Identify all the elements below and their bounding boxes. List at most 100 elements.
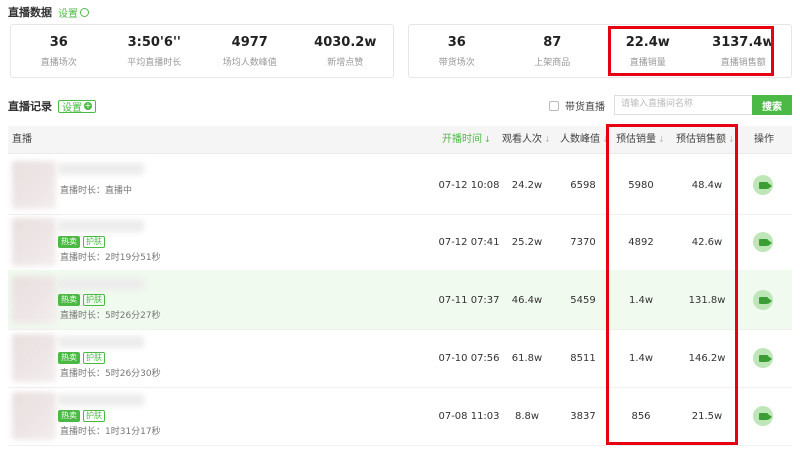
video-play-button[interactable] — [753, 406, 773, 426]
live-title-blurred — [58, 220, 144, 232]
sort-arrow-icon: ↓ — [544, 135, 551, 144]
th-peak[interactable]: 人数峰值 ↓ — [560, 126, 609, 154]
goods-live-filter[interactable]: 带货直播 — [549, 98, 605, 113]
stat-value: 4977 — [231, 34, 268, 50]
live-cover-thumbnail — [12, 334, 56, 382]
video-play-button[interactable] — [753, 175, 773, 195]
tag-hot: 热卖 — [58, 410, 80, 422]
cell-est-sales: 5980 — [628, 179, 654, 191]
stat-value: 87 — [543, 34, 562, 50]
video-play-button[interactable] — [753, 348, 773, 368]
live-duration: 直播时长：5时26分27秒 — [60, 311, 161, 321]
video-play-button[interactable] — [753, 232, 773, 252]
cell-peak: 3837 — [570, 410, 596, 422]
th-start-time-label: 开播时间 — [442, 134, 482, 145]
stat-new-likes: 4030.2w 新增点赞 — [298, 25, 394, 77]
cell-start-time: 07-12 07:41 — [438, 236, 500, 248]
records-settings-label: 设置 — [62, 102, 82, 114]
stat-label: 带货场次 — [438, 57, 475, 68]
video-camera-icon — [758, 354, 772, 362]
table-row[interactable]: 直播时长：直播中 07-12 10:08 24.2w 6598 5980 48.… — [8, 155, 792, 215]
overview-settings-label: 设置 — [58, 8, 78, 20]
stat-value: 36 — [447, 34, 466, 50]
stat-value: 22.4w — [625, 34, 670, 50]
cell-peak: 6598 — [570, 179, 596, 191]
cell-viewers: 25.2w — [511, 236, 543, 248]
cell-est-revenue: 42.6w — [691, 236, 723, 248]
live-title-blurred — [58, 394, 144, 406]
cell-start-time: 07-12 10:08 — [438, 179, 500, 191]
stat-live-count: 36 直播场次 — [11, 25, 107, 77]
stat-value: 3137.4w — [712, 34, 775, 50]
cell-est-revenue: 146.2w — [688, 352, 726, 364]
live-cover-thumbnail — [12, 392, 56, 440]
stat-products: 87 上架商品 — [505, 25, 601, 77]
video-play-button[interactable] — [753, 290, 773, 310]
table-row[interactable]: 热卖 护肤 直播时长：5时26分30秒 07-10 07:56 61.8w 851… — [8, 328, 792, 388]
goods-live-checkbox[interactable] — [549, 100, 559, 111]
th-est-sales[interactable]: 预估销量 ↓ — [616, 126, 665, 154]
live-cover-thumbnail — [12, 161, 56, 209]
live-title-blurred — [58, 336, 144, 348]
overview-stats-card: 36 直播场次 3:50'6'' 平均直播时长 4977 场均人数峰值 4030… — [10, 24, 394, 78]
cell-peak: 7370 — [570, 236, 596, 248]
cell-ops — [752, 270, 774, 330]
stat-avg-peak: 4977 场均人数峰值 — [202, 25, 298, 77]
table-row[interactable]: 热卖 护肤 直播时长：2时19分51秒 07-12 07:41 25.2w 737… — [8, 212, 792, 272]
stat-live-sales: 22.4w 直播销量 — [600, 25, 696, 77]
live-tags: 热卖 护肤 — [58, 236, 105, 248]
video-camera-icon — [758, 238, 772, 246]
tag-category: 护肤 — [83, 410, 105, 422]
stat-label: 平均直播时长 — [127, 57, 182, 68]
sales-stats-card: 36 带货场次 87 上架商品 22.4w 直播销量 3137.4w 直播销售额 — [408, 24, 792, 78]
video-camera-icon — [758, 412, 772, 420]
live-title-blurred — [58, 163, 144, 175]
cell-ops — [752, 212, 774, 272]
stat-label: 上架商品 — [534, 57, 571, 68]
stat-live-revenue: 3137.4w 直播销售额 — [696, 25, 792, 77]
cell-est-sales: 1.4w — [628, 294, 654, 306]
sort-arrow-icon: ↓ — [658, 135, 665, 144]
th-peak-label: 人数峰值 — [560, 134, 600, 145]
tag-hot: 热卖 — [58, 236, 80, 248]
live-cover-thumbnail — [12, 218, 56, 266]
records-title: 直播记录 — [8, 100, 52, 113]
records-settings-button[interactable]: 设置 + — [58, 99, 96, 114]
cell-start-time: 07-08 11:03 — [438, 410, 500, 422]
tag-category: 护肤 — [83, 294, 105, 306]
th-est-sales-label: 预估销量 — [616, 134, 656, 145]
video-camera-icon — [758, 181, 772, 189]
search-button[interactable]: 搜索 — [752, 95, 792, 115]
video-camera-icon — [758, 296, 772, 304]
th-est-revenue[interactable]: 预估销售额 ↓ — [676, 126, 735, 154]
cell-ops — [752, 155, 774, 215]
cell-est-sales: 4892 — [628, 236, 654, 248]
sort-arrow-icon: ↓ — [484, 135, 491, 144]
th-live: 直播 — [12, 134, 32, 145]
cell-peak: 5459 — [570, 294, 596, 306]
stat-value: 4030.2w — [314, 34, 377, 50]
cell-est-revenue: 131.8w — [688, 294, 726, 306]
live-tags: 热卖 护肤 — [58, 294, 105, 306]
cell-ops — [752, 386, 774, 446]
stat-value: 3:50'6'' — [127, 34, 181, 50]
tag-category: 护肤 — [83, 352, 105, 364]
gear-icon — [80, 7, 89, 17]
search-input[interactable]: 请输入直播间名称 — [614, 95, 752, 115]
tag-hot: 热卖 — [58, 294, 80, 306]
stat-label: 直播销量 — [629, 57, 666, 68]
cell-viewers: 46.4w — [511, 294, 543, 306]
sort-arrow-icon: ↓ — [602, 135, 609, 144]
overview-title: 直播数据 — [8, 6, 52, 19]
live-tags: 热卖 护肤 — [58, 352, 105, 364]
th-viewers[interactable]: 观看人次 ↓ — [502, 126, 551, 154]
table-row[interactable]: 热卖 护肤 直播时长：5时26分27秒 07-11 07:37 46.4w 545… — [8, 270, 792, 330]
table-row[interactable]: 热卖 护肤 直播时长：1时31分17秒 07-08 11:03 8.8w 3837… — [8, 386, 792, 446]
table-header: 直播 开播时间 ↓ 观看人次 ↓ 人数峰值 ↓ 预估销量 ↓ 预估销售额 ↓ 操作 — [8, 126, 792, 154]
overview-settings-link[interactable]: 设置 — [58, 5, 89, 20]
th-start-time[interactable]: 开播时间 ↓ — [442, 126, 491, 154]
cell-viewers: 61.8w — [511, 352, 543, 364]
live-cover-thumbnail — [12, 276, 56, 324]
goods-live-label: 带货直播 — [565, 102, 605, 113]
cell-start-time: 07-11 07:37 — [438, 294, 500, 306]
